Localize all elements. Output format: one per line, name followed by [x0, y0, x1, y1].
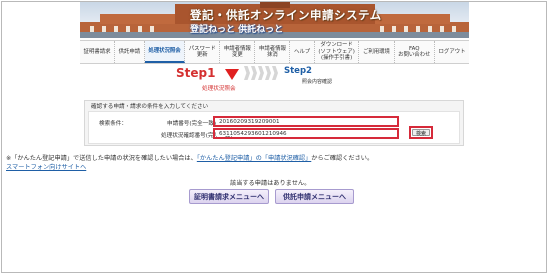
note-prefix: ※「かんたん登記申請」で送信した申請の状況を確認したい場合は、: [6, 155, 197, 162]
note-suffix: からご確認ください。: [311, 155, 374, 162]
site-title: 登記・供託オンライン申請システム: [190, 8, 382, 22]
cert-request-menu-button[interactable]: 証明書請求メニューへ: [189, 189, 269, 204]
nav-item-label: 処理状況照会: [148, 47, 181, 54]
nav-item-label: ログアウト: [438, 48, 466, 55]
nav-item-10[interactable]: ログアウト: [435, 41, 469, 63]
nav-item-3[interactable]: パスワード 更新: [185, 41, 221, 63]
status-check-number-input[interactable]: [216, 131, 396, 136]
smartphone-site-link[interactable]: スマートフォン向けサイトへ: [6, 162, 86, 171]
application-number-label: 申請番号(完全一致): [167, 121, 217, 127]
condition-label: 検索条件：: [99, 121, 127, 127]
nav-item-label: (操作手引書): [321, 55, 353, 62]
kantan-status-link[interactable]: 「かんたん登記申請」の「申請状況確認」: [197, 155, 311, 162]
kantan-note: ※「かんたん登記申請」で送信した申請の状況を確認したい場合は、「かんたん登記申請…: [6, 153, 373, 162]
nav-item-4[interactable]: 申請者情報 変更: [220, 41, 256, 63]
nav-item-8[interactable]: ご利用環境: [359, 41, 395, 63]
step1-label: 処理状況照会: [202, 86, 236, 92]
current-step-marker-icon: [225, 69, 239, 80]
nav-item-2[interactable]: 処理状況照会: [144, 41, 186, 63]
nav-item-label: 変更: [231, 52, 243, 58]
main-nav: 証明書請求 供託申請 処理状況照会 パスワード 更新 申請者情報 変更 申請者情報 抹消 ヘルプダ…: [80, 40, 469, 64]
status-check-number-highlight: [213, 128, 399, 139]
search-button-highlight: 検索: [409, 126, 433, 139]
step2-title: Step2: [284, 66, 312, 76]
form-heading: 確認する申請・請求の条件を入力してください: [91, 104, 209, 110]
search-form: 確認する申請・請求の条件を入力してください 検索条件： 申請番号(完全一致) 処…: [84, 100, 464, 146]
step2-label: 照会内容確認: [302, 79, 333, 85]
nav-item-9[interactable]: FAQ お問い合わせ: [395, 41, 435, 63]
nav-item-label: ご利用環境: [362, 48, 390, 55]
nav-item-label: 更新: [196, 52, 208, 58]
nav-item-6[interactable]: ヘルプ: [290, 41, 315, 63]
header-banner: 登記・供託オンライン申請システム 登記ねっと 供託ねっと: [80, 2, 469, 38]
nav-item-label: お問い合わせ: [398, 52, 431, 58]
nav-item-1[interactable]: 供託申請: [115, 41, 145, 63]
step1-title: Step1: [176, 66, 216, 80]
nav-item-7[interactable]: ダウンロード (ソフトウェア) (操作手引書): [315, 41, 360, 63]
no-results-message: 該当する申請はありません。: [230, 180, 311, 187]
nav-item-5[interactable]: 申請者情報 抹消: [255, 41, 291, 63]
step-progress-arrows-icon: [244, 66, 278, 80]
nav-item-label: 抹消: [267, 52, 278, 58]
nav-item-label: 供託申請: [118, 48, 141, 55]
nav-item-label: 証明書請求: [83, 48, 111, 55]
application-number-highlight: [213, 116, 399, 127]
nav-item-label: ヘルプ: [294, 48, 311, 55]
search-button[interactable]: 検索: [412, 129, 430, 137]
deposit-menu-button[interactable]: 供託申請メニューへ: [275, 189, 354, 204]
site-subtitle: 登記ねっと 供託ねっと: [190, 25, 284, 35]
search-conditions-panel: 検索条件： 申請番号(完全一致) 処理状況確認番号(完全一致) 検索: [88, 111, 460, 144]
application-number-input[interactable]: [216, 119, 396, 124]
nav-item-0[interactable]: 証明書請求: [80, 41, 116, 63]
